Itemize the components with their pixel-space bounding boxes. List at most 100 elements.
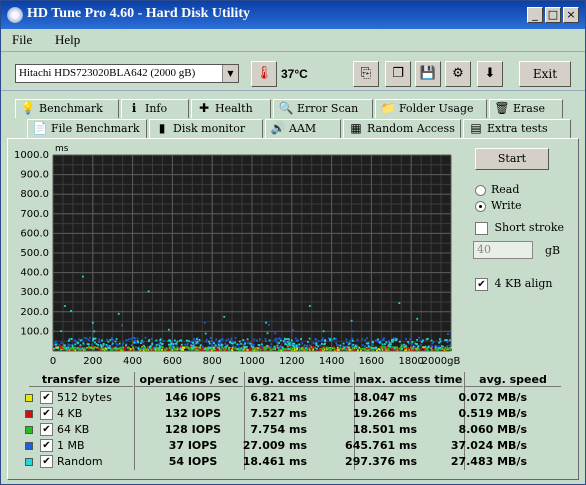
read-radio-dot[interactable]: [475, 184, 486, 196]
tab-label: Health: [215, 102, 253, 115]
data-point: [296, 347, 299, 349]
data-point: [312, 346, 314, 349]
data-point: [446, 345, 449, 347]
maximize-button[interactable]: □: [545, 7, 561, 23]
data-point: [275, 337, 277, 340]
data-point: [417, 345, 420, 347]
short-stroke-option[interactable]: Short stroke: [475, 221, 564, 235]
tab-folder-usage[interactable]: 📁 Folder Usage: [375, 99, 487, 118]
data-point: [277, 346, 280, 349]
tab-label: File Benchmark: [51, 122, 140, 135]
data-point: [398, 302, 401, 304]
data-point: [333, 337, 336, 340]
data-point: [446, 341, 449, 344]
data-point: [364, 349, 367, 351]
data-point: [195, 338, 198, 341]
data-point: [208, 340, 210, 343]
close-button[interactable]: ×: [563, 7, 579, 23]
drive-select[interactable]: Hitachi HDS723020BLA642 (2000 gB) ▼: [15, 64, 239, 83]
data-point: [184, 343, 187, 346]
x-tick-label: 1200: [279, 356, 304, 367]
data-point: [298, 346, 300, 348]
menu-help[interactable]: Help: [55, 32, 80, 48]
tab-extra-tests[interactable]: ▤ Extra tests: [463, 119, 571, 138]
minimize-button[interactable]: _: [527, 7, 543, 23]
data-point: [407, 341, 409, 343]
data-point: [180, 343, 183, 346]
data-point: [424, 346, 427, 348]
series-checkbox[interactable]: ✔: [40, 391, 53, 404]
data-point: [231, 349, 233, 351]
data-point: [263, 347, 266, 350]
write-label: Write: [491, 199, 522, 212]
tab-file-benchmark[interactable]: 📄 File Benchmark: [27, 119, 147, 138]
short-stroke-size-input[interactable]: 40: [473, 241, 533, 259]
data-point: [84, 347, 87, 349]
grid-icon: ▦: [350, 121, 362, 135]
tab-info[interactable]: ℹ Info: [121, 99, 189, 118]
data-point: [211, 344, 214, 347]
data-point: [337, 344, 339, 347]
tab-disk-monitor[interactable]: ▮ Disk monitor: [149, 119, 263, 138]
options-icon[interactable]: ⚙: [445, 61, 471, 87]
data-point: [90, 347, 93, 350]
data-point: [144, 346, 146, 349]
data-point: [63, 344, 66, 347]
tab-label: Disk monitor: [173, 122, 246, 135]
menu-file[interactable]: File: [12, 32, 32, 48]
exit-button[interactable]: Exit: [519, 61, 571, 87]
lightbulb-icon: 💡: [20, 101, 36, 115]
data-point: [393, 348, 396, 351]
series-checkbox[interactable]: ✔: [40, 423, 53, 436]
down-arrow-icon[interactable]: ⬇: [477, 61, 503, 87]
data-point: [203, 321, 206, 324]
data-point: [315, 347, 318, 350]
series-checkbox[interactable]: ✔: [40, 407, 53, 420]
data-point: [217, 344, 220, 346]
data-point: [167, 328, 170, 331]
copy-screenshot-button[interactable]: ❐: [385, 61, 411, 87]
write-radio-dot[interactable]: [475, 200, 486, 212]
start-button[interactable]: Start: [475, 148, 549, 170]
col-header-avg-access: avg. access time: [245, 372, 353, 387]
tab-aam[interactable]: 🔊 AAM: [265, 119, 341, 138]
data-point: [312, 342, 315, 344]
data-point: [323, 343, 326, 346]
title-bar[interactable]: HD Tune Pro 4.60 - Hard Disk Utility _ □…: [1, 1, 585, 29]
save-icon[interactable]: 💾: [415, 61, 441, 87]
short-stroke-checkbox[interactable]: [475, 221, 488, 235]
write-radio[interactable]: Write: [475, 199, 522, 212]
kb-align-checkbox[interactable]: ✔: [475, 277, 488, 291]
data-point: [128, 348, 130, 351]
data-point: [294, 347, 297, 350]
data-point: [75, 346, 78, 349]
data-point: [440, 345, 443, 348]
data-point: [343, 346, 346, 349]
series-checkbox[interactable]: ✔: [40, 439, 53, 452]
series-checkbox[interactable]: ✔: [40, 455, 53, 468]
data-point: [59, 346, 62, 348]
data-point: [103, 347, 105, 350]
bar-chart-icon: ▮: [158, 121, 166, 135]
data-point: [146, 349, 149, 351]
data-point: [315, 338, 318, 341]
tab-health[interactable]: ✚ Health: [191, 99, 271, 118]
chevron-down-icon[interactable]: ▼: [222, 65, 238, 82]
series-color-swatch: [25, 426, 33, 434]
data-point: [254, 347, 257, 349]
data-point: [196, 340, 199, 343]
data-point: [244, 342, 247, 345]
tab-random-access[interactable]: ▦ Random Access: [343, 119, 461, 138]
kb-align-option[interactable]: ✔ 4 KB align: [475, 277, 553, 291]
data-point: [241, 349, 244, 351]
tab-erase[interactable]: 🗑 Erase: [489, 99, 563, 118]
data-point: [321, 337, 324, 340]
y-axis-unit: ms: [55, 144, 69, 154]
data-point: [197, 346, 200, 349]
tab-benchmark[interactable]: 💡 Benchmark: [15, 99, 119, 118]
tab-error-scan[interactable]: 🔍 Error Scan: [273, 99, 373, 118]
read-radio[interactable]: Read: [475, 183, 519, 196]
data-point: [176, 340, 179, 343]
data-point: [404, 347, 407, 350]
copy-text-button[interactable]: ⎘: [353, 61, 379, 87]
